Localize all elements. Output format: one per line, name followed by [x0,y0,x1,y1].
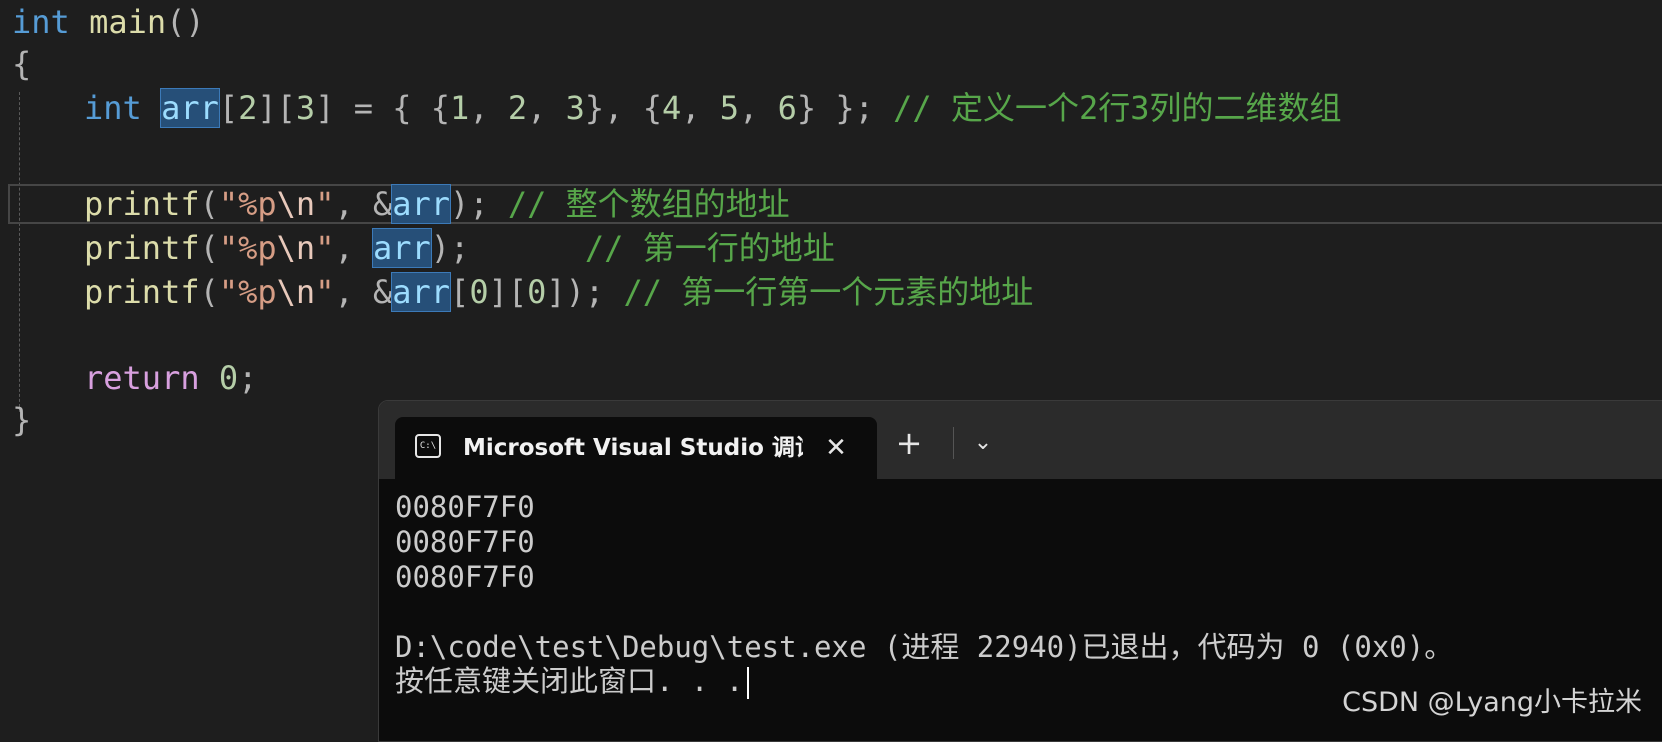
console-output-line: 0080F7F0 [395,525,535,559]
number: 0 [527,273,547,311]
punct: , [527,89,566,127]
watermark: CSDN @Lyang小卡拉米 [1342,687,1642,718]
punct: [ [450,273,470,311]
punct: , & [334,185,393,223]
escape-sequence: \n [276,229,316,267]
console-tab[interactable]: C:\ Microsoft Visual Studio 调试控制台 ✕ [395,417,877,479]
text-caret [747,667,750,699]
variable-arr[interactable]: arr [371,228,432,268]
variable-arr[interactable]: arr [391,272,452,312]
punct: ][ [257,89,296,127]
function-printf: printf [84,229,200,267]
code-line-2: { [12,42,31,86]
console-prompt-text: 按任意键关闭此窗口. . . [395,664,744,698]
punct: }, { [584,89,662,127]
string: " [315,229,335,267]
number: 4 [661,89,682,127]
punct: , [334,229,373,267]
code-line-5: printf("%p\n", &arr); // 整个数组的地址 [12,182,790,226]
code-line-10: } [12,398,31,442]
tab-title: Microsoft Visual Studio 调试控制台 [463,435,803,461]
string: " [315,273,335,311]
close-icon[interactable]: ✕ [819,431,853,465]
code-line-6: printf("%p\n", arr); // 第一行的地址 [12,226,835,270]
function-name: main [89,3,167,41]
parens: () [166,3,205,41]
keyword-return: return [84,359,200,397]
punct: ; [238,359,258,397]
terminal-icon: C:\ [415,434,441,458]
code-line-3: int arr[2][3] = { {1, 2, 3}, {4, 5, 6} }… [12,86,1342,130]
console-output-line: 0080F7F0 [395,490,535,524]
console-output-line: 0080F7F0 [395,560,535,594]
code-line-7: printf("%p\n", &arr[0][0]); // 第一行第一个元素的… [12,270,1033,314]
string: "%p [218,185,277,223]
function-printf: printf [84,273,200,311]
punct: ( [199,185,219,223]
punct: ); [450,185,489,223]
punct: , [739,89,778,127]
console-titlebar[interactable]: C:\ Microsoft Visual Studio 调试控制台 ✕ + ⌄ [379,401,1662,479]
punct: ] [315,89,335,127]
code-line-1: int main() [12,0,205,44]
variable-arr[interactable]: arr [391,184,452,224]
punct: , [469,89,508,127]
code-line-9: return 0; [12,356,257,400]
punct: ( [199,273,219,311]
keyword-int: int [84,89,142,127]
punct: ][ [488,273,528,311]
chevron-down-icon[interactable]: ⌄ [963,423,1003,463]
console-exit-message: D:\code\test\Debug\test.exe (进程 22940)已退… [395,630,1454,664]
escape-sequence: \n [276,185,316,223]
comment: // 第一行第一个元素的地址 [604,273,1034,311]
number: 1 [450,89,470,127]
punct: ]); [546,273,605,311]
punct: ( [199,229,219,267]
number: 2 [238,89,258,127]
punct: , [681,89,720,127]
comment: // 整个数组的地址 [488,185,790,223]
punct: = { { [334,89,451,127]
number: 3 [565,89,585,127]
punct: [ [218,89,239,127]
variable-arr[interactable]: arr [160,88,220,128]
comment: // 定义一个2行3列的二维数组 [873,89,1342,127]
punct: , & [334,273,393,311]
number: 2 [507,89,528,127]
string: " [315,185,335,223]
punct: ); [430,229,470,267]
open-brace: { [12,45,32,83]
escape-sequence: \n [276,273,316,311]
titlebar-divider [953,427,954,459]
number: 6 [777,89,797,127]
comment: // 第一行的地址 [469,229,835,267]
string: "%p [218,229,277,267]
number: 3 [295,89,316,127]
number: 0 [469,273,489,311]
function-printf: printf [84,185,200,223]
string: "%p [218,273,277,311]
plus-icon[interactable]: + [889,423,929,463]
punct: } }; [796,89,874,127]
keyword-int: int [12,3,70,41]
close-brace: } [12,401,32,439]
number: 0 [218,359,239,397]
number: 5 [719,89,740,127]
